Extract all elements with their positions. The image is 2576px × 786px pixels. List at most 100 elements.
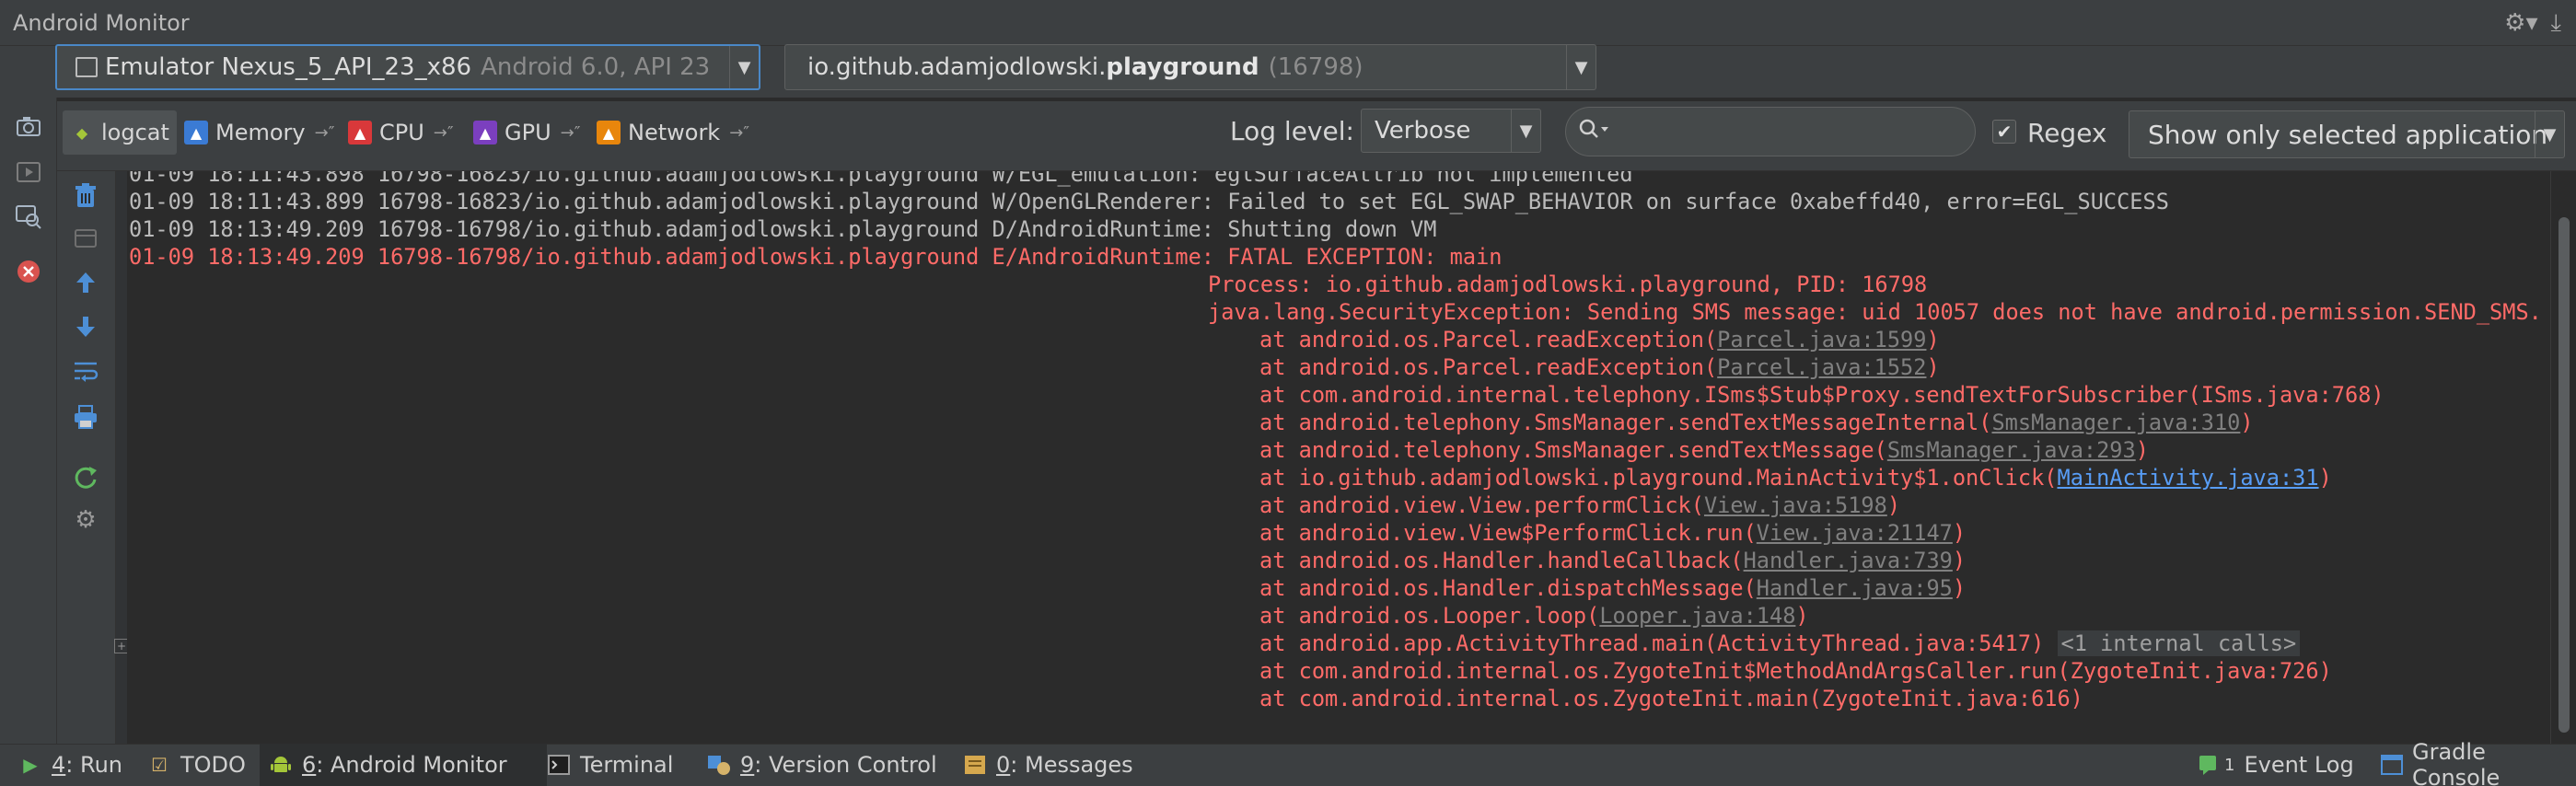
run-label: : Run xyxy=(65,752,123,778)
pin-icon[interactable]: →″ xyxy=(315,123,335,143)
monitor-shortcut: 6 xyxy=(302,752,317,778)
messages-icon xyxy=(963,753,987,777)
tab-gpu[interactable]: ▲ GPU →″ xyxy=(466,110,587,155)
stack-frame-suffix: ) xyxy=(1795,603,1809,629)
logcat-output[interactable]: 01-09 18:11:43.898 16798-16823/io.github… xyxy=(127,171,2550,744)
print-icon[interactable] xyxy=(70,401,101,433)
stack-frame-suffix: ) xyxy=(1926,327,1940,353)
stack-frame-suffix: ) xyxy=(1886,492,1901,518)
todo-tool-button[interactable]: ☑ TODO xyxy=(138,744,255,786)
chevron-down-icon[interactable]: ▼ xyxy=(729,46,759,88)
vertical-scrollbar[interactable] xyxy=(2550,171,2576,744)
scrollbar-thumb[interactable] xyxy=(2559,217,2570,733)
source-link[interactable]: SmsManager.java:293 xyxy=(1887,437,2136,463)
tab-label: Memory xyxy=(215,120,306,145)
terminal-label: Terminal xyxy=(580,752,674,778)
vcs-shortcut: 9 xyxy=(740,752,755,778)
stack-frame-suffix: ) xyxy=(1926,354,1940,380)
log-line: 01-09 18:13:49.209 16798-16798/io.github… xyxy=(129,216,1437,242)
gear-icon[interactable]: ⚙▾ xyxy=(2504,9,2537,38)
regex-checkbox[interactable]: ✔ xyxy=(1992,120,2016,144)
stack-frame-text: at android.os.Handler.handleCallback( xyxy=(1259,548,1744,573)
android-icon xyxy=(269,753,293,777)
chevron-down-icon[interactable]: ▼ xyxy=(1511,110,1540,152)
stack-frame: at android.view.View$PerformClick.run(Vi… xyxy=(1259,519,1966,547)
stack-frame-text: at android.view.View$PerformClick.run( xyxy=(1259,520,1757,546)
tab-memory[interactable]: ▲ Memory →″ xyxy=(177,110,342,155)
stack-frame-text: at android.view.View.performClick( xyxy=(1259,492,1704,518)
chevron-down-icon[interactable]: ▼ xyxy=(1566,45,1595,89)
event-log-label: Event Log xyxy=(2244,752,2354,778)
log-line: 01-09 18:11:43.899 16798-16823/io.github… xyxy=(129,189,2169,214)
tab-label: logcat xyxy=(101,120,169,145)
source-link[interactable]: SmsManager.java:310 xyxy=(1991,410,2240,435)
version-control-icon xyxy=(707,753,731,777)
gradle-console-tool-button[interactable]: Gradle Console xyxy=(2372,739,2576,786)
camera-icon[interactable] xyxy=(15,112,42,140)
stack-frame-text: at com.android.internal.telephony.ISms$S… xyxy=(1259,382,2385,408)
search-input[interactable] xyxy=(1625,115,1956,148)
internal-calls-fold[interactable]: <1 internal calls> xyxy=(2057,630,2301,656)
android-monitor-tool-button[interactable]: 6: Android Monitor xyxy=(260,744,547,786)
stack-frame-text: at android.app.ActivityThread.main(Activ… xyxy=(1259,630,2045,656)
arrow-down-icon[interactable] xyxy=(70,311,101,342)
stack-frame: at android.os.Parcel.readException(Parce… xyxy=(1259,326,1940,353)
source-link[interactable]: Handler.java:739 xyxy=(1744,548,1953,573)
stack-frame-suffix: ) xyxy=(1952,575,1967,601)
source-link[interactable]: View.java:21147 xyxy=(1757,520,1953,546)
log-level-label: Log level: xyxy=(1230,116,1354,146)
messages-shortcut: 0 xyxy=(996,752,1011,778)
hide-panel-icon[interactable]: ⤓ xyxy=(2551,9,2562,38)
tab-network[interactable]: ▲ Network →″ xyxy=(589,110,757,155)
outer-tool-strip xyxy=(0,98,57,744)
tab-label: GPU xyxy=(505,120,551,145)
stack-exception: java.lang.SecurityException: Sending SMS… xyxy=(1208,299,2542,325)
pin-icon[interactable]: →″ xyxy=(434,123,454,143)
trash-icon[interactable] xyxy=(70,180,101,212)
terminate-icon[interactable] xyxy=(15,258,42,285)
stack-frame: at android.telephony.SmsManager.sendText… xyxy=(1259,409,2254,436)
process-pid: (16798) xyxy=(1268,53,1363,81)
source-link[interactable]: Handler.java:95 xyxy=(1757,575,1953,601)
version-control-tool-button[interactable]: 9: Version Control xyxy=(698,744,946,786)
stack-frame: at android.os.Parcel.readException(Parce… xyxy=(1259,353,1940,381)
arrow-up-icon[interactable] xyxy=(70,267,101,298)
source-link[interactable]: Looper.java:148 xyxy=(1599,603,1795,629)
pin-icon[interactable]: →″ xyxy=(561,123,581,143)
log-level-dropdown[interactable]: Verbose ▼ xyxy=(1361,109,1541,153)
run-icon: ▶ xyxy=(23,754,38,776)
run-tool-button[interactable]: ▶ 4: Run xyxy=(9,744,132,786)
gear-icon[interactable]: ⚙ xyxy=(70,504,101,536)
stack-frame: at com.android.internal.os.ZygoteInit$Me… xyxy=(1259,657,2332,685)
terminal-tool-button[interactable]: Terminal xyxy=(538,744,682,786)
logcat-search[interactable] xyxy=(1565,107,1976,156)
filter-dropdown[interactable]: Show only selected application ▼ xyxy=(2129,110,2565,158)
system-info-icon[interactable] xyxy=(15,202,42,230)
restart-logcat-icon[interactable] xyxy=(70,462,101,493)
todo-icon: ☑ xyxy=(151,754,168,776)
source-link[interactable]: Parcel.java:1599 xyxy=(1717,327,1926,353)
restart-icon[interactable] xyxy=(70,223,101,254)
process-dropdown[interactable]: io.github.adamjodlowski. playground (1679… xyxy=(784,44,1596,90)
log-line-error: 01-09 18:13:49.209 16798-16798/io.github… xyxy=(129,244,1503,270)
screen-record-icon[interactable] xyxy=(15,158,42,186)
soft-wrap-icon[interactable] xyxy=(70,355,101,387)
pin-icon[interactable]: →″ xyxy=(729,123,749,143)
process-package-prefix: io.github.adamjodlowski. xyxy=(807,53,1107,81)
source-link[interactable]: Parcel.java:1552 xyxy=(1717,354,1926,380)
stack-frame: at android.telephony.SmsManager.sendText… xyxy=(1259,436,2149,464)
process-package-name: playground xyxy=(1106,53,1259,81)
device-dropdown[interactable]: Emulator Nexus_5_API_23_x86 Android 6.0,… xyxy=(55,44,760,90)
stack-frame: at android.os.Looper.loop(Looper.java:14… xyxy=(1259,602,1809,630)
tab-label: Network xyxy=(628,120,721,145)
chevron-down-icon[interactable]: ▼ xyxy=(2535,111,2564,157)
event-log-tool-button[interactable]: 1 Event Log xyxy=(2189,744,2363,786)
stack-frame: at android.app.ActivityThread.main(Activ… xyxy=(1259,630,2301,657)
messages-tool-button[interactable]: 0: Messages xyxy=(954,744,1143,786)
stack-frame-text: at io.github.adamjodlowski.playground.Ma… xyxy=(1259,465,2058,491)
logcat-tool-strip: ⚙ xyxy=(57,171,116,744)
tab-cpu[interactable]: ▲ CPU →″ xyxy=(341,110,461,155)
source-link[interactable]: MainActivity.java:31 xyxy=(2057,465,2318,491)
source-link[interactable]: View.java:5198 xyxy=(1704,492,1887,518)
tab-logcat[interactable]: ◆ logcat xyxy=(63,110,177,155)
